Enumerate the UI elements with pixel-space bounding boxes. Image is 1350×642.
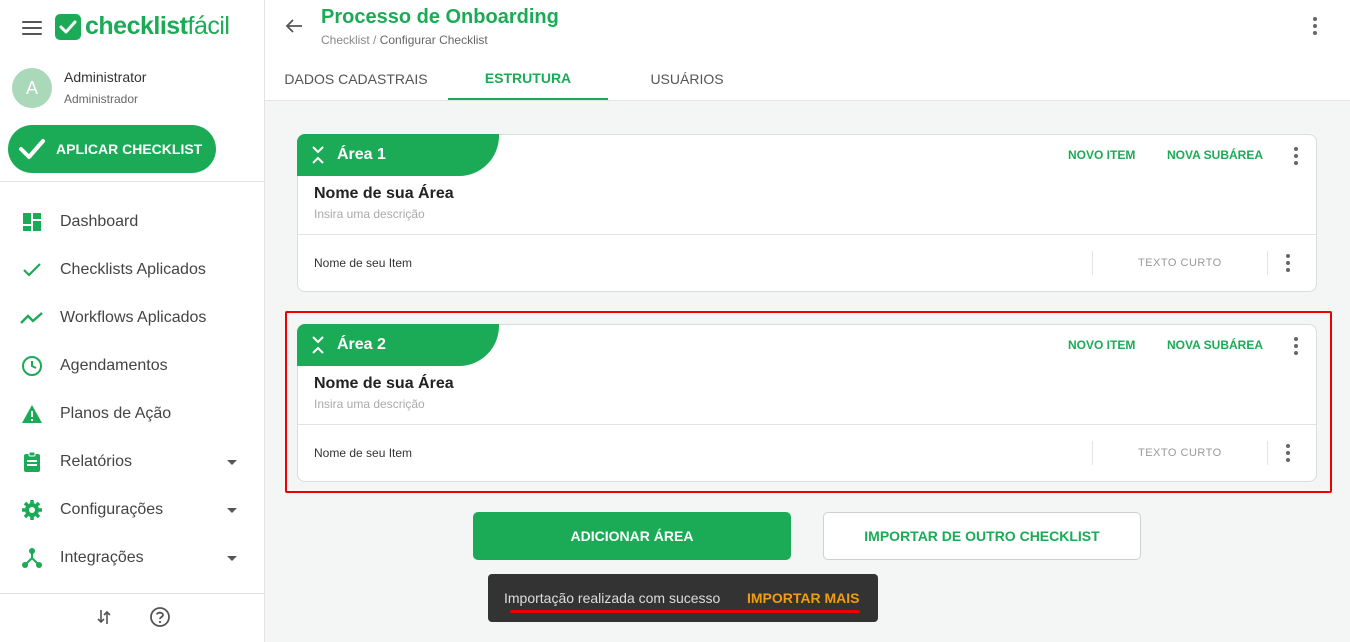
help-icon[interactable] <box>148 605 172 629</box>
breadcrumb-current: Configurar Checklist <box>379 33 488 47</box>
nav-label: Workflows Aplicados <box>60 309 207 326</box>
warning-icon <box>20 402 44 426</box>
back-arrow-icon[interactable] <box>283 15 305 37</box>
divider <box>1267 251 1268 275</box>
new-subarea-button[interactable]: NOVA SUBÁREA <box>1167 338 1263 352</box>
chevron-down-icon <box>227 555 237 561</box>
nav-item-planos-de-acao[interactable]: Planos de Ação <box>0 394 264 434</box>
nav-label: Agendamentos <box>60 357 168 374</box>
menu-icon[interactable] <box>22 21 42 37</box>
logo-text-bold: checklist <box>85 12 188 40</box>
tab-usuarios[interactable]: USUÁRIOS <box>627 58 747 100</box>
add-area-button[interactable]: ADICIONAR ÁREA <box>473 512 791 560</box>
avatar[interactable]: A <box>12 68 52 108</box>
hub-icon <box>20 546 44 570</box>
area-card: Área 2 NOVO ITEM NOVA SUBÁREA Nome de su… <box>297 324 1317 482</box>
nav-label: Integrações <box>60 549 144 566</box>
import-more-button[interactable]: IMPORTAR MAIS <box>747 590 860 606</box>
nav-item-agendamentos[interactable]: Agendamentos <box>0 346 264 386</box>
nav-label: Planos de Ação <box>60 405 172 422</box>
more-vert-icon[interactable] <box>1278 252 1298 274</box>
nav-item-configuracoes[interactable]: Configurações <box>0 490 264 530</box>
breadcrumb: Checklist / Configurar Checklist <box>321 33 488 47</box>
nav-label: Checklists Aplicados <box>60 261 206 278</box>
nav-item-dashboard[interactable]: Dashboard <box>0 202 264 242</box>
new-subarea-button[interactable]: NOVA SUBÁREA <box>1167 148 1263 162</box>
divider <box>0 593 264 594</box>
breadcrumb-parent[interactable]: Checklist <box>321 33 370 47</box>
check-icon <box>20 258 44 282</box>
divider <box>1092 251 1093 275</box>
divider <box>0 181 264 182</box>
nav-item-checklists-aplicados[interactable]: Checklists Aplicados <box>0 250 264 290</box>
area-description[interactable]: Insira uma descrição <box>314 397 425 411</box>
tab-estrutura[interactable]: ESTRUTURA <box>448 58 608 100</box>
nav-label: Relatórios <box>60 453 133 470</box>
check-icon <box>18 138 46 160</box>
divider <box>1267 441 1268 465</box>
user-name: Administrator <box>64 69 147 85</box>
nav-item-workflows-aplicados[interactable]: Workflows Aplicados <box>0 298 264 338</box>
underline-annotation <box>510 610 860 613</box>
gear-icon <box>20 498 44 522</box>
user-role: Administrador <box>64 92 139 106</box>
page-header: Processo de Onboarding Checklist / Confi… <box>265 0 1350 101</box>
sidebar: checklistfácil A Administrator Administr… <box>0 0 265 642</box>
nav-label: Dashboard <box>60 213 139 230</box>
area-card: Área 1 NOVO ITEM NOVA SUBÁREA Nome de su… <box>297 134 1317 292</box>
logo-text-light: fácil <box>187 12 230 40</box>
divider <box>298 424 1316 425</box>
more-vert-icon[interactable] <box>1278 442 1298 464</box>
snackbar-message: Importação realizada com sucesso <box>504 590 721 606</box>
page-title: Processo de Onboarding <box>321 6 559 28</box>
new-item-button[interactable]: NOVO ITEM <box>1068 338 1135 352</box>
dashboard-icon <box>20 210 44 234</box>
apply-checklist-button[interactable]: APLICAR CHECKLIST <box>8 125 216 173</box>
divider <box>1092 441 1093 465</box>
sort-arrows-icon[interactable] <box>92 605 116 629</box>
area-name[interactable]: Nome de sua Área <box>314 375 454 393</box>
tab-dados-cadastrais[interactable]: DADOS CADASTRAIS <box>283 58 429 100</box>
logo: checklistfácil <box>55 12 230 41</box>
area-description[interactable]: Insira uma descrição <box>314 207 425 221</box>
area-tab[interactable]: Área 2 <box>297 324 499 366</box>
item-type[interactable]: TEXTO CURTO <box>1138 257 1222 269</box>
clipboard-icon <box>20 450 44 474</box>
area-name[interactable]: Nome de sua Área <box>314 185 454 203</box>
snackbar: Importação realizada com sucesso IMPORTA… <box>488 574 878 622</box>
nav-label: Configurações <box>60 501 164 518</box>
more-vert-icon[interactable] <box>1286 145 1306 167</box>
logo-check-icon <box>55 13 81 40</box>
collapse-icon[interactable] <box>311 335 325 355</box>
apply-checklist-label: APLICAR CHECKLIST <box>56 141 203 157</box>
breadcrumb-separator: / <box>369 33 380 47</box>
item-name[interactable]: Nome de seu Item <box>314 446 412 460</box>
collapse-icon[interactable] <box>311 145 325 165</box>
item-type[interactable]: TEXTO CURTO <box>1138 447 1222 459</box>
chevron-down-icon <box>227 459 237 465</box>
chevron-down-icon <box>227 507 237 513</box>
area-label: Área 1 <box>337 146 386 163</box>
area-tab[interactable]: Área 1 <box>297 134 499 176</box>
new-item-button[interactable]: NOVO ITEM <box>1068 148 1135 162</box>
trending-icon <box>20 306 44 330</box>
more-vert-icon[interactable] <box>1305 15 1325 37</box>
divider <box>298 234 1316 235</box>
item-name[interactable]: Nome de seu Item <box>314 256 412 270</box>
import-checklist-button[interactable]: IMPORTAR DE OUTRO CHECKLIST <box>823 512 1141 560</box>
more-vert-icon[interactable] <box>1286 335 1306 357</box>
nav-item-relatorios[interactable]: Relatórios <box>0 442 264 482</box>
clock-icon <box>20 354 44 378</box>
area-label: Área 2 <box>337 336 386 353</box>
nav-item-integracoes[interactable]: Integrações <box>0 538 264 578</box>
